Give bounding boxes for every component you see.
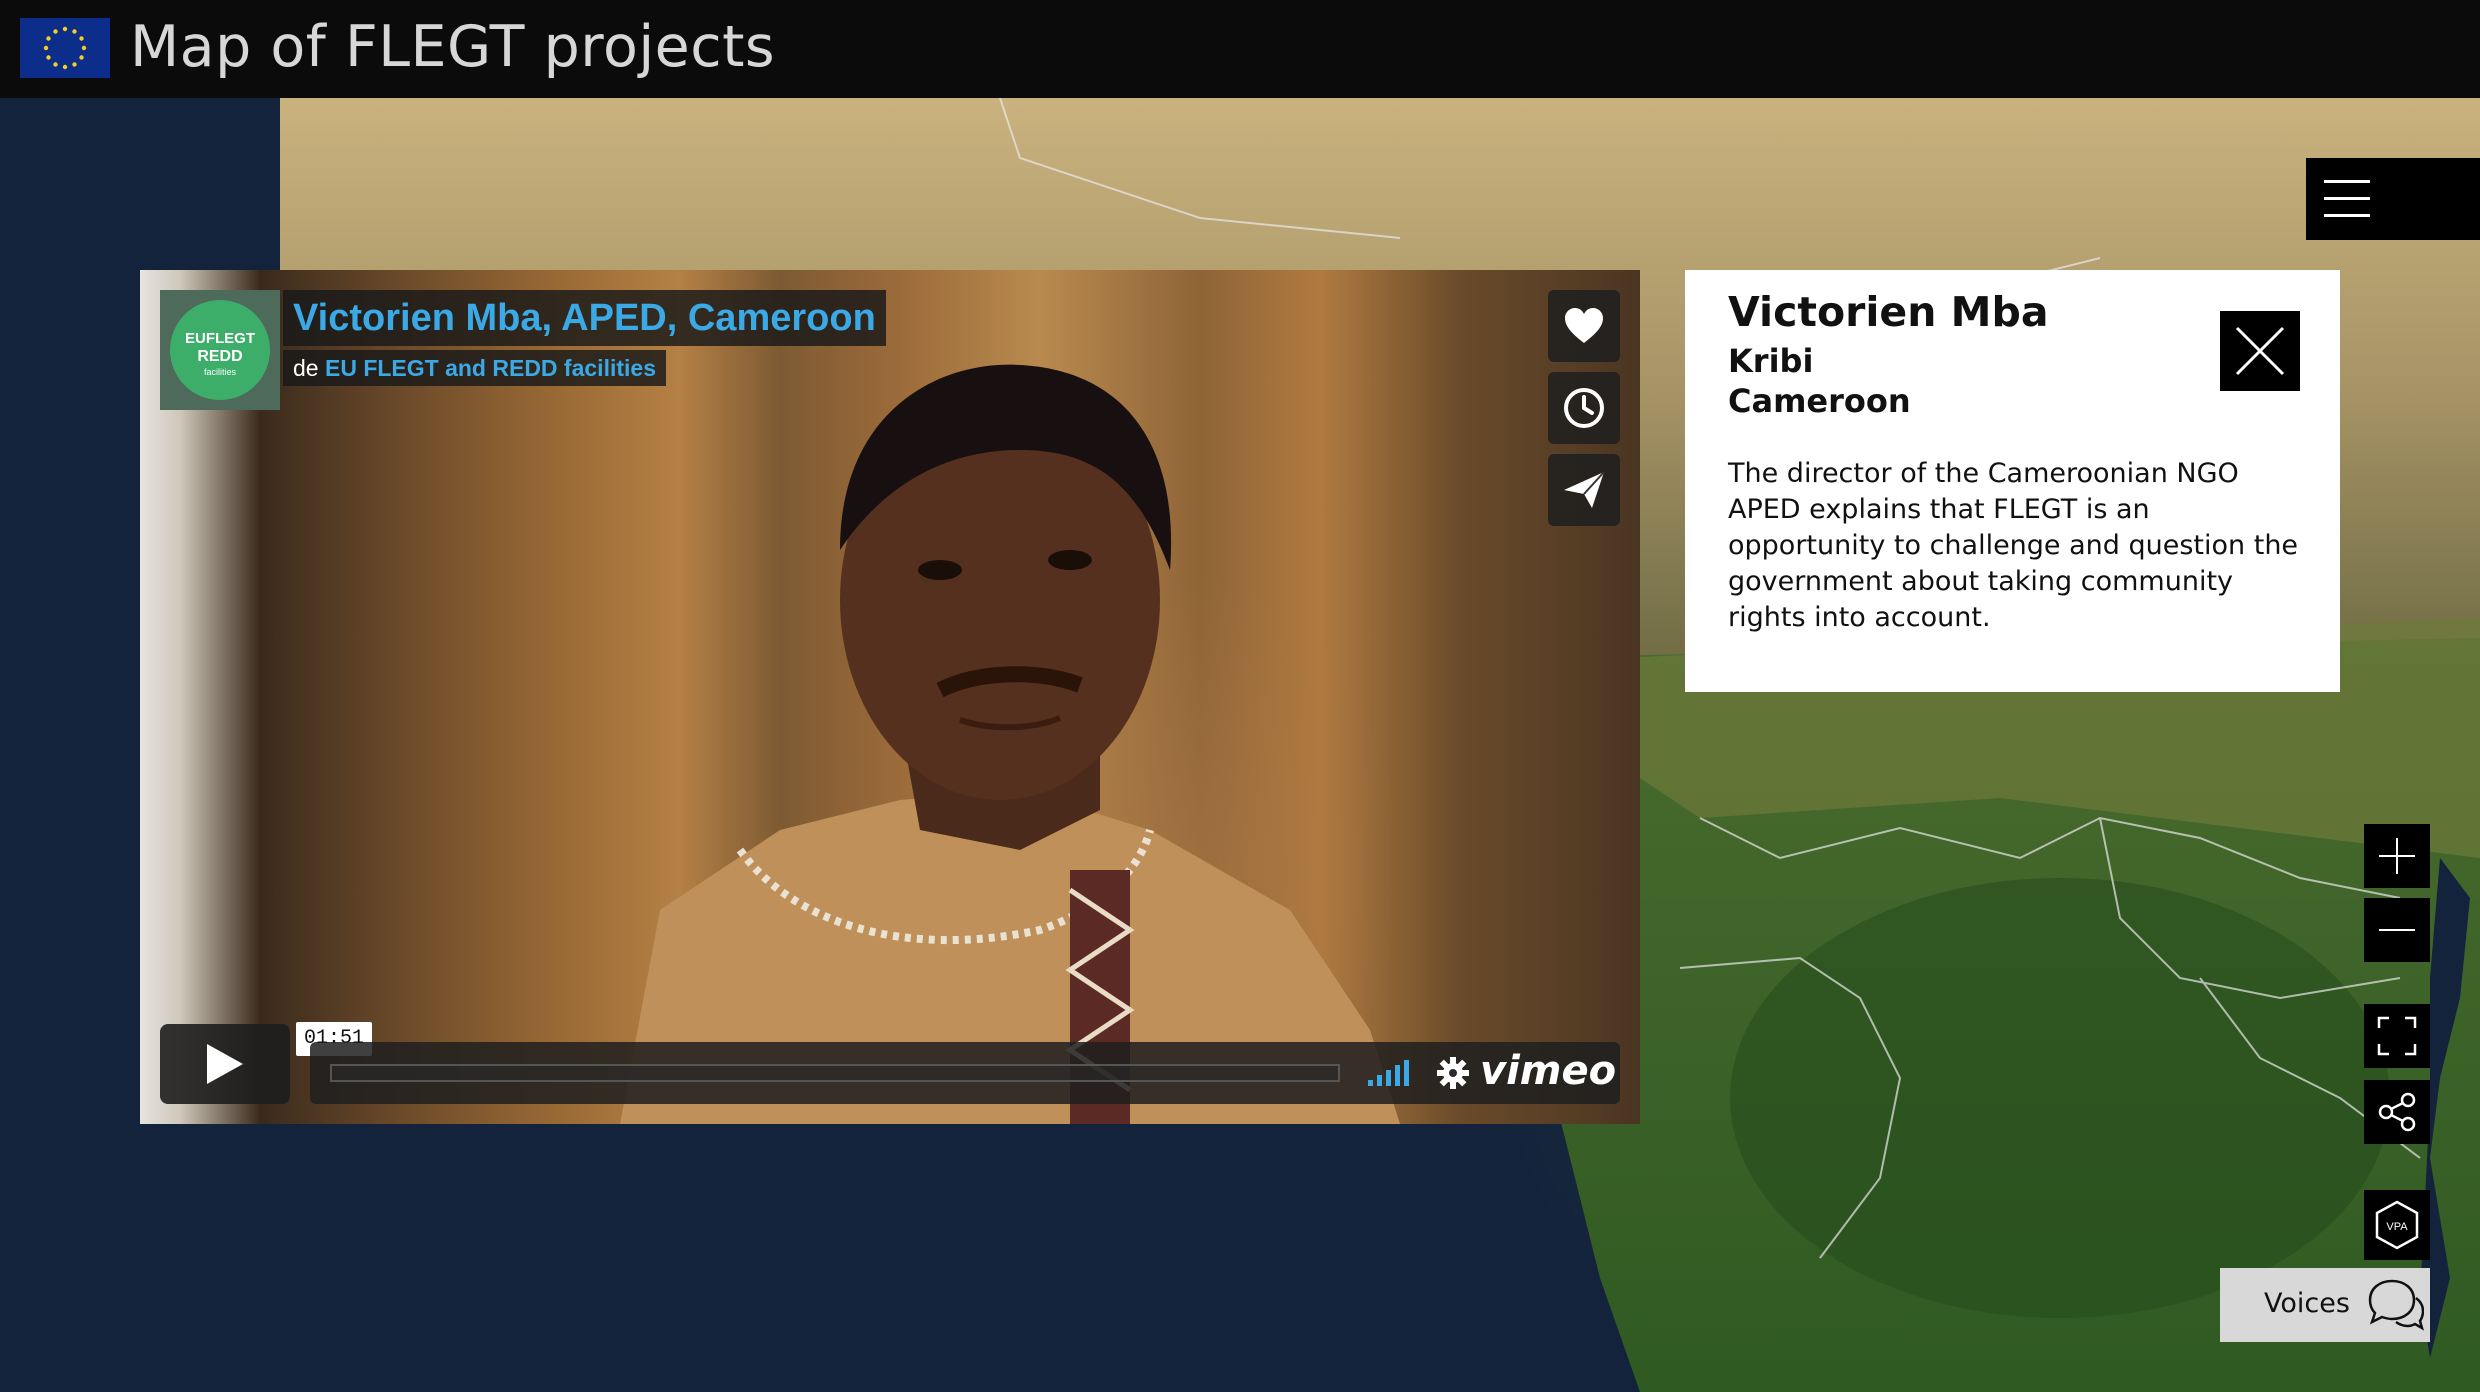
plus-icon: [2379, 838, 2415, 874]
info-panel: Victorien Mba Kribi Cameroon The directo…: [1685, 270, 2340, 692]
close-button[interactable]: [2220, 311, 2300, 391]
person-description: The director of the Cameroonian NGO APED…: [1728, 458, 2299, 633]
logo-line-3: facilities: [203, 367, 236, 377]
progress-bar[interactable]: [330, 1064, 1340, 1082]
byline-channel-link[interactable]: EU FLEGT and REDD facilities: [325, 355, 656, 381]
watch-later-button[interactable]: [1548, 372, 1620, 444]
voices-button[interactable]: Voices: [2220, 1268, 2430, 1342]
header-bar: Map of FLEGT projects: [0, 0, 2480, 98]
fullscreen-icon: [2377, 1016, 2417, 1056]
voices-label: Voices: [2264, 1288, 2350, 1319]
heart-icon: [1565, 308, 1603, 343]
volume-icon[interactable]: [1366, 1058, 1416, 1088]
byline-prefix: de: [293, 355, 319, 381]
close-icon: [2235, 326, 2285, 376]
page-title: Map of FLEGT projects: [130, 14, 776, 80]
vpa-button[interactable]: VPA: [2364, 1190, 2430, 1260]
menu-button[interactable]: [2306, 158, 2480, 240]
share-icon: [2378, 1092, 2416, 1132]
vimeo-logo[interactable]: vimeo: [1480, 1048, 1616, 1094]
vpa-label: VPA: [2386, 1221, 2408, 1233]
logo-line-1: EUFLEGT: [185, 330, 255, 347]
speech-bubbles-icon: [2368, 1279, 2424, 1331]
like-button[interactable]: [1548, 290, 1620, 362]
hamburger-menu-icon: [2324, 180, 2370, 217]
paper-plane-icon: [1564, 471, 1605, 508]
video-title-box[interactable]: Victorien Mba, APED, Cameroon: [283, 290, 886, 346]
fullscreen-button[interactable]: [2364, 1004, 2430, 1068]
person-country: Cameroon: [1728, 382, 1911, 420]
vpa-hexagon-icon: VPA: [2375, 1200, 2419, 1250]
share-video-button[interactable]: [1548, 454, 1620, 526]
clock-icon: [1564, 388, 1604, 428]
video-frame: [620, 364, 1400, 1124]
play-button[interactable]: [160, 1024, 290, 1104]
person-city: Kribi: [1728, 342, 1814, 380]
channel-logo[interactable]: EUFLEGT REDD facilities: [160, 290, 280, 410]
video-title[interactable]: Victorien Mba, APED, Cameroon: [293, 297, 876, 339]
video-player[interactable]: EUFLEGT REDD facilities Victorien Mba, A…: [140, 270, 1640, 1124]
channel-logo-badge: EUFLEGT REDD facilities: [170, 300, 270, 400]
zoom-in-button[interactable]: [2364, 824, 2430, 888]
eu-flag-logo: [20, 18, 110, 78]
person-name: Victorien Mba: [1728, 288, 2049, 336]
minus-icon: [2379, 929, 2415, 931]
share-map-button[interactable]: [2364, 1080, 2430, 1144]
video-byline: de EU FLEGT and REDD facilities: [283, 350, 666, 386]
logo-line-2: REDD: [197, 348, 243, 365]
player-controls-bar: vimeo: [310, 1042, 1620, 1104]
zoom-out-button[interactable]: [2364, 898, 2430, 962]
play-icon: [207, 1044, 243, 1084]
gear-icon[interactable]: [1436, 1056, 1470, 1090]
